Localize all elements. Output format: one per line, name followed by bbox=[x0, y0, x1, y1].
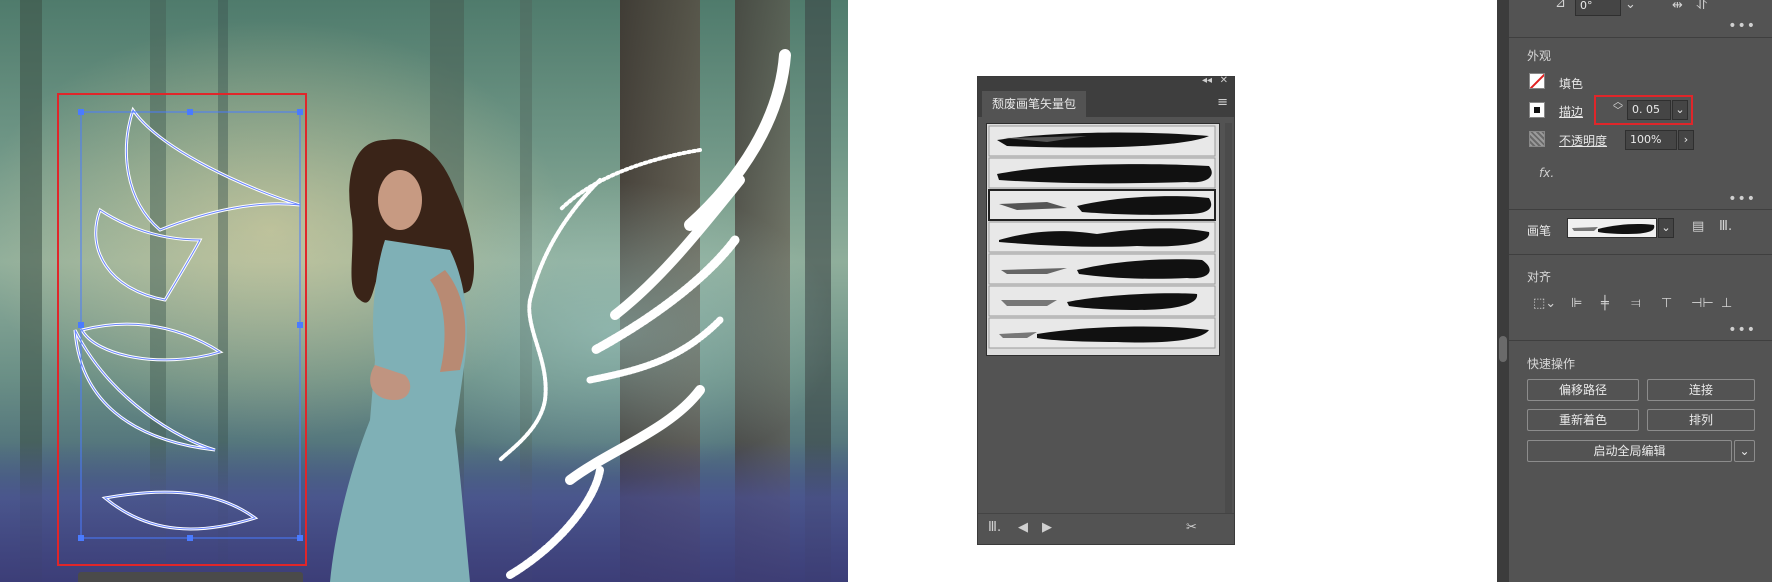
divider bbox=[1509, 37, 1772, 38]
canvas-bottom-toolbar bbox=[78, 572, 303, 582]
opacity-swatch bbox=[1529, 131, 1545, 147]
align-top-icon[interactable]: ⊤ bbox=[1661, 296, 1672, 311]
align-bottom-icon[interactable]: ⊥ bbox=[1721, 296, 1732, 311]
more-options-top[interactable]: ••• bbox=[1728, 18, 1756, 34]
appearance-title: 外观 bbox=[1527, 49, 1552, 63]
brush-list bbox=[986, 123, 1220, 356]
join-button[interactable]: 连接 bbox=[1647, 379, 1755, 401]
properties-panel: ⊿ 0° ⌄ ⇹ ⥯ ••• 外观 填色 描边 ︿ ﹀ 0. 05 ⌄ 不透明度 … bbox=[1497, 0, 1772, 582]
divider bbox=[1509, 340, 1772, 341]
remove-brush-stroke-icon[interactable]: ✂ bbox=[1186, 520, 1197, 535]
brush-library-icon[interactable]: Ⅲ. bbox=[1719, 219, 1732, 234]
brush-preview-field[interactable] bbox=[1567, 218, 1657, 238]
stroke-swatch[interactable] bbox=[1529, 102, 1545, 118]
opacity-arrow[interactable]: › bbox=[1678, 130, 1694, 150]
panel-bottom-toolbar: Ⅲ. ◀ ▶ ✂ bbox=[978, 513, 1234, 544]
divider bbox=[1509, 254, 1772, 255]
flip-vertical-icon[interactable]: ⥯ bbox=[1697, 0, 1707, 13]
angle-icon: ⊿ bbox=[1555, 0, 1566, 11]
recolor-button[interactable]: 重新着色 bbox=[1527, 409, 1639, 431]
fx-icon[interactable]: fx. bbox=[1539, 166, 1554, 180]
fill-label: 填色 bbox=[1559, 77, 1584, 91]
angle-field[interactable]: 0° bbox=[1575, 0, 1621, 16]
start-global-edit-button[interactable]: 启动全局编辑 bbox=[1527, 440, 1732, 462]
more-options-align[interactable]: ••• bbox=[1728, 322, 1756, 338]
more-options-appearance[interactable]: ••• bbox=[1728, 191, 1756, 207]
divider bbox=[1509, 209, 1772, 210]
canvas-artwork[interactable] bbox=[0, 0, 848, 582]
opacity-field[interactable]: 100% bbox=[1625, 130, 1677, 150]
brush-panel-icon[interactable]: ▤ bbox=[1692, 219, 1704, 234]
highlight-box-stroke-weight bbox=[1594, 95, 1693, 125]
align-horizontal-center-icon[interactable]: ╪ bbox=[1601, 296, 1609, 311]
previous-icon[interactable]: ◀ bbox=[1018, 520, 1028, 535]
global-edit-dropdown[interactable]: ⌄ bbox=[1734, 440, 1755, 462]
brush-list-scrollbar[interactable] bbox=[1225, 123, 1232, 523]
next-icon[interactable]: ▶ bbox=[1042, 520, 1052, 535]
tab-brush-library[interactable]: 颓废画笔矢量包 bbox=[982, 91, 1087, 117]
align-title: 对齐 bbox=[1527, 270, 1552, 284]
brush-dropdown[interactable]: ⌄ bbox=[1658, 218, 1674, 238]
close-icon[interactable]: ✕ bbox=[1220, 75, 1228, 86]
offset-path-button[interactable]: 偏移路径 bbox=[1527, 379, 1639, 401]
align-to-icon[interactable]: ⬚⌄ bbox=[1533, 296, 1556, 311]
stroke-label[interactable]: 描边 bbox=[1559, 103, 1583, 120]
align-left-icon[interactable]: ⊫ bbox=[1571, 296, 1582, 311]
align-right-icon[interactable]: ⫤ bbox=[1631, 296, 1641, 311]
fill-swatch[interactable] bbox=[1529, 73, 1545, 89]
align-vertical-center-icon[interactable]: ⊣⊢ bbox=[1691, 296, 1714, 311]
hamburger-menu-icon[interactable]: ≡ bbox=[1217, 95, 1228, 110]
quick-actions-title: 快速操作 bbox=[1527, 357, 1576, 371]
brush-previews[interactable] bbox=[987, 124, 1219, 355]
panel-edge bbox=[1497, 0, 1509, 582]
scroll-handle[interactable] bbox=[1499, 336, 1507, 362]
panel-titlebar[interactable]: ◂◂ ✕ bbox=[978, 75, 1234, 89]
brush-library-panel: ◂◂ ✕ 颓废画笔矢量包 ≡ Ⅲ. ◀ ▶ ✂ bbox=[977, 75, 1235, 545]
highlight-box-feathers bbox=[57, 93, 307, 566]
arrange-button[interactable]: 排列 bbox=[1647, 409, 1755, 431]
brush-stroke-preview bbox=[1572, 224, 1655, 234]
panel-tab-row: 颓废画笔矢量包 ≡ bbox=[978, 89, 1234, 117]
brush-library-icon[interactable]: Ⅲ. bbox=[988, 520, 1001, 535]
flip-horizontal-icon[interactable]: ⇹ bbox=[1672, 0, 1683, 13]
opacity-label[interactable]: 不透明度 bbox=[1559, 132, 1607, 149]
double-chevron-left-icon[interactable]: ◂◂ bbox=[1202, 75, 1212, 86]
brush-label: 画笔 bbox=[1527, 224, 1552, 238]
chevron-down-icon[interactable]: ⌄ bbox=[1625, 0, 1636, 12]
